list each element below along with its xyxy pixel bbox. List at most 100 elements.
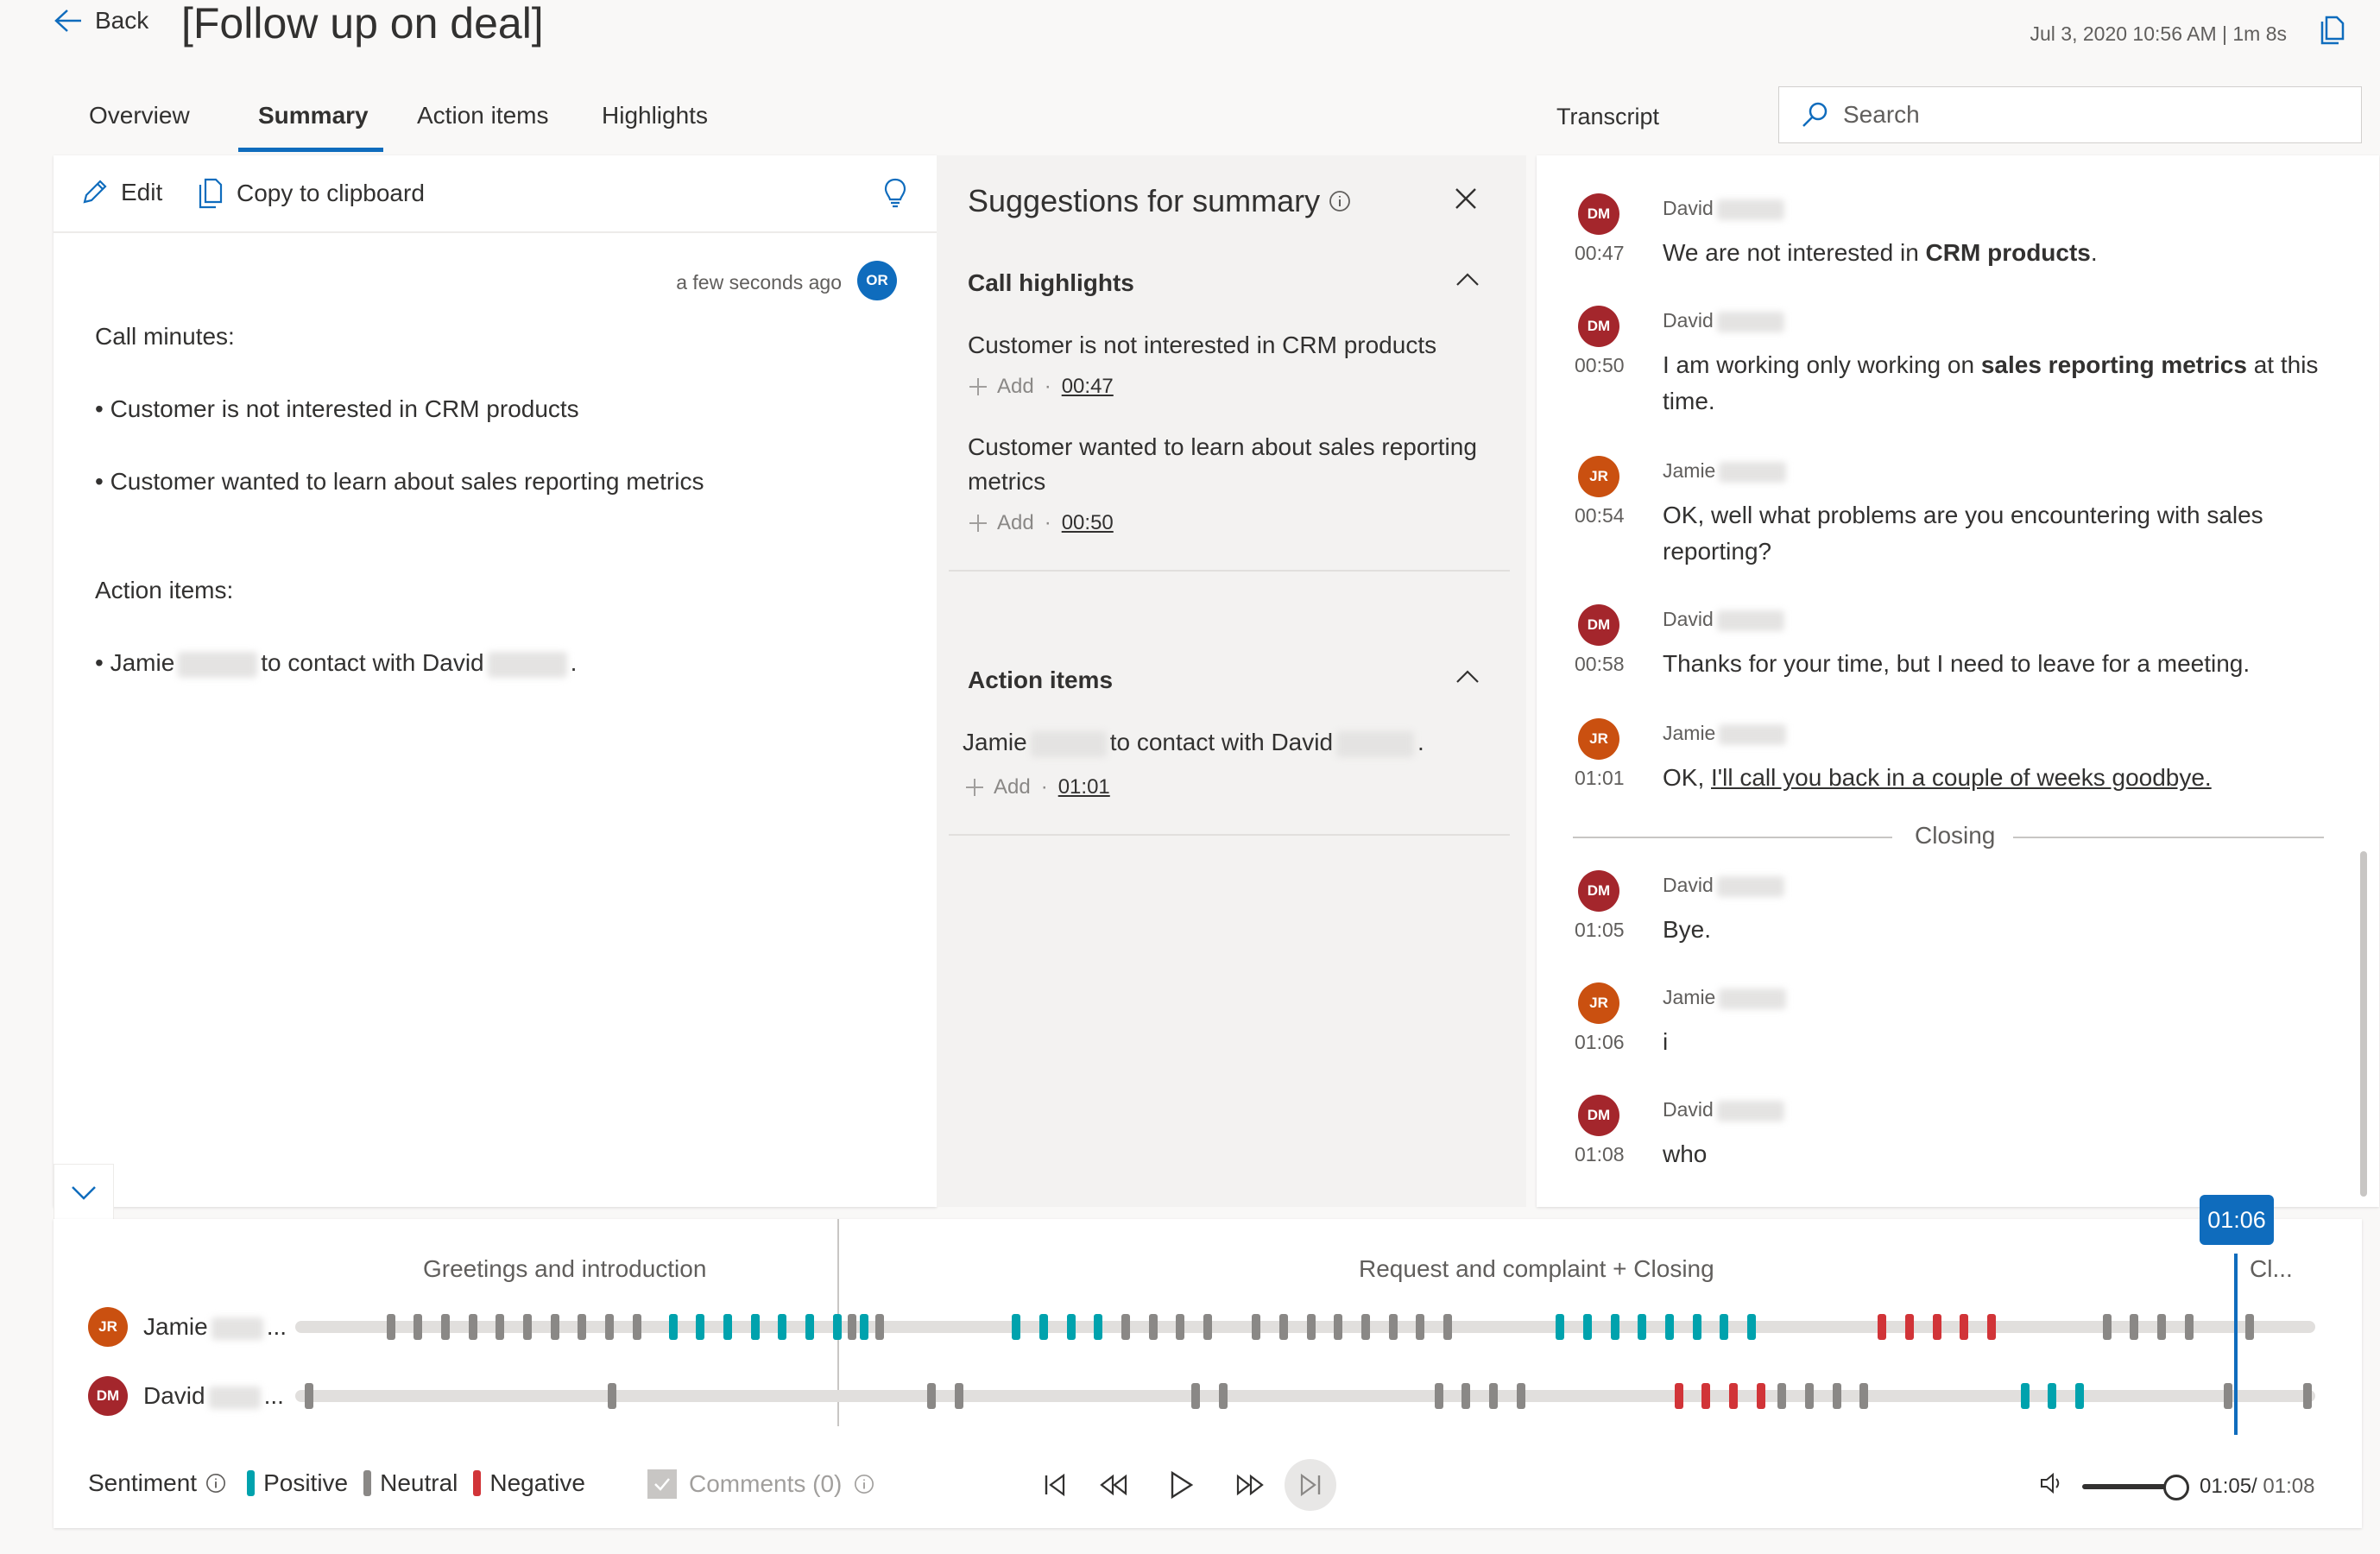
section-label: Closing <box>1899 822 2011 850</box>
add-button[interactable]: Add <box>964 775 1031 799</box>
avatar: JR <box>1578 456 1619 497</box>
back-button[interactable]: Back <box>54 7 148 35</box>
highlight-text: Customer is not interested in CRM produc… <box>968 332 1437 358</box>
sentiment-mark <box>1306 1314 1316 1340</box>
info-icon[interactable] <box>854 1474 874 1494</box>
skip-to-end-button[interactable] <box>1285 1459 1336 1511</box>
plus-icon <box>968 513 988 534</box>
sentiment-mark <box>604 1314 614 1340</box>
active-tab-indicator <box>238 148 383 152</box>
collapse-button[interactable] <box>54 1164 114 1222</box>
copy-label: Copy to clipboard <box>237 180 425 206</box>
action-middle: to contact with David <box>261 649 484 676</box>
sentiment-mark <box>1664 1314 1674 1340</box>
entry-time[interactable]: 01:01 <box>1575 767 1625 790</box>
entry-text: Bye. <box>1663 916 1712 943</box>
timestamp-link[interactable]: 00:47 <box>1062 375 1114 399</box>
highlight-text: Customer wanted to learn about sales rep… <box>968 433 1477 495</box>
playhead-time[interactable]: 01:06 <box>2200 1195 2274 1245</box>
chevron-up-icon[interactable] <box>1455 271 1480 287</box>
entry-time[interactable]: 00:58 <box>1575 653 1625 676</box>
rewind-button[interactable] <box>1088 1459 1139 1511</box>
lightbulb-icon[interactable] <box>883 178 907 209</box>
entry-time[interactable]: 01:05 <box>1575 919 1625 942</box>
fast-forward-icon <box>1235 1474 1265 1496</box>
add-button[interactable]: Add <box>968 511 1034 535</box>
search-input[interactable] <box>1841 100 2328 130</box>
entry-time[interactable]: 01:06 <box>1575 1031 1625 1054</box>
highlight-meta: Add · 00:47 <box>968 375 1114 399</box>
action-prefix: Jamie <box>963 729 1027 755</box>
minutes-item: • Customer is not interested in CRM prod… <box>95 395 579 422</box>
divider <box>1573 837 1892 838</box>
track-name: David... <box>143 1382 284 1409</box>
avatar: DM <box>1578 306 1619 347</box>
playhead[interactable] <box>2234 1254 2238 1435</box>
entry-time[interactable]: 01:08 <box>1575 1143 1625 1166</box>
sentiment-mark <box>1638 1314 1647 1340</box>
sentiment-mark <box>304 1383 313 1409</box>
sentiment-mark <box>2224 1383 2233 1409</box>
timestamp-link[interactable]: 00:50 <box>1062 511 1114 535</box>
copy-to-clipboard-button[interactable]: Copy to clipboard <box>197 178 425 209</box>
sentiment-track[interactable] <box>295 1314 2315 1340</box>
play-button[interactable] <box>1155 1459 1207 1511</box>
scrollbar[interactable] <box>2360 851 2367 1197</box>
info-icon[interactable] <box>205 1473 226 1494</box>
redacted-surname <box>1719 461 1787 483</box>
sentiment-mark <box>1556 1314 1565 1340</box>
volume-slider[interactable] <box>2082 1484 2174 1489</box>
sentiment-mark <box>1756 1383 1765 1409</box>
sentiment-mark <box>550 1314 559 1340</box>
fast-forward-button[interactable] <box>1224 1459 1276 1511</box>
document-icon[interactable] <box>2320 16 2345 45</box>
sentiment-track[interactable] <box>295 1383 2315 1409</box>
sentiment-mark <box>1610 1314 1619 1340</box>
close-icon[interactable] <box>1454 186 1478 211</box>
entry-time[interactable]: 00:47 <box>1575 242 1625 265</box>
search-box[interactable] <box>1778 86 2362 143</box>
sentiment-mark <box>2102 1314 2112 1340</box>
highlight-meta: Add · 00:50 <box>968 511 1114 535</box>
comments-checkbox[interactable] <box>647 1469 677 1499</box>
sentiment-legend: Sentiment Positive Neutral Negative <box>88 1469 585 1497</box>
info-icon[interactable] <box>1329 190 1351 212</box>
neutral-swatch <box>363 1470 372 1496</box>
entry-text: I am working only working on sales repor… <box>1663 351 2319 414</box>
redacted-surname <box>1719 723 1787 745</box>
action-suffix: . <box>570 649 578 676</box>
sentiment-mark <box>1692 1314 1701 1340</box>
tab-highlights[interactable]: Highlights <box>602 102 708 130</box>
volume-icon[interactable] <box>2039 1471 2065 1495</box>
transcript-link[interactable]: I'll call you back in a couple of weeks … <box>1711 764 2212 791</box>
entry-time[interactable]: 00:54 <box>1575 504 1625 527</box>
volume-slider-thumb[interactable] <box>2163 1475 2189 1500</box>
timestamp-link[interactable]: 01:01 <box>1058 775 1110 799</box>
skip-to-start-button[interactable] <box>1029 1459 1081 1511</box>
sentiment-mark <box>1777 1383 1787 1409</box>
avatar: DM <box>1578 1095 1619 1136</box>
entry-time[interactable]: 00:50 <box>1575 354 1625 377</box>
avatar: JR <box>88 1307 128 1347</box>
sentiment-mark <box>875 1314 885 1340</box>
pencil-icon <box>79 178 109 207</box>
tab-summary[interactable]: Summary <box>258 102 369 130</box>
legend-negative: Negative <box>489 1469 585 1496</box>
redacted-surname <box>208 1386 261 1409</box>
arrow-left-icon <box>54 8 83 34</box>
sentiment-mark <box>608 1383 617 1409</box>
sentiment-mark <box>1148 1314 1158 1340</box>
call-highlights-title: Call highlights <box>968 269 1134 296</box>
edit-button[interactable]: Edit <box>79 178 162 207</box>
edit-label: Edit <box>121 179 163 205</box>
tab-action-items[interactable]: Action items <box>417 102 549 130</box>
chevron-up-icon[interactable] <box>1455 668 1480 684</box>
add-label: Add <box>994 775 1031 799</box>
sentiment-mark <box>778 1314 787 1340</box>
add-button[interactable]: Add <box>968 375 1034 399</box>
track-label: DM David... <box>88 1376 284 1416</box>
comments-toggle[interactable]: Comments (0) <box>647 1469 874 1499</box>
sentiment-mark <box>696 1314 705 1340</box>
tab-overview[interactable]: Overview <box>89 102 190 130</box>
sentiment-mark <box>1804 1383 1814 1409</box>
